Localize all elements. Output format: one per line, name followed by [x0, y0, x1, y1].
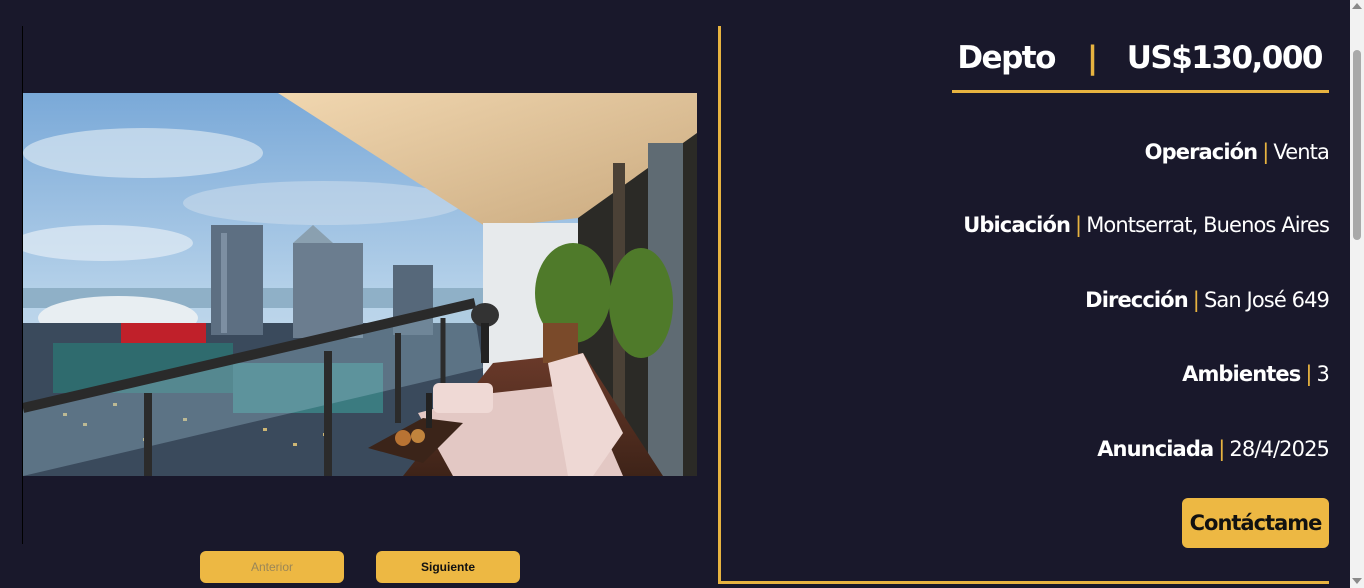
scroll-down-icon[interactable]: [1352, 578, 1362, 584]
detail-separator: |: [1262, 140, 1269, 164]
listing-title: Depto | US$130,000: [957, 36, 1324, 80]
detail-label: Dirección: [1085, 288, 1189, 312]
property-price: US$130,000: [1126, 40, 1324, 76]
detail-location: Ubicación | Montserrat, Buenos Aires: [963, 208, 1330, 242]
next-button[interactable]: Siguiente: [376, 551, 520, 583]
detail-separator: |: [1305, 362, 1312, 386]
detail-address: Dirección | San José 649: [1085, 283, 1330, 317]
detail-value: Montserrat, Buenos Aires: [1086, 213, 1330, 237]
detail-value: Venta: [1273, 140, 1329, 164]
detail-rooms: Ambientes | 3: [1182, 357, 1330, 391]
details-left-border: [718, 26, 721, 584]
contact-button[interactable]: Contáctame: [1182, 498, 1329, 548]
details-bottom-border: [718, 581, 1329, 584]
detail-label: Operación: [1144, 140, 1258, 164]
title-underline: [952, 90, 1329, 93]
scroll-up-icon[interactable]: [1352, 3, 1362, 9]
detail-operation: Operación | Venta: [1144, 135, 1330, 169]
detail-value: 28/4/2025: [1229, 437, 1329, 461]
detail-value: San José 649: [1203, 288, 1330, 312]
detail-label: Ambientes: [1182, 362, 1301, 386]
detail-posted-date: Anunciada | 28/4/2025: [1097, 432, 1330, 466]
property-photo: [23, 93, 697, 476]
detail-value: 3: [1316, 362, 1330, 386]
title-separator: |: [1086, 40, 1098, 76]
detail-label: Ubicación: [963, 213, 1071, 237]
scrollbar-thumb[interactable]: [1353, 50, 1361, 240]
detail-separator: |: [1218, 437, 1225, 461]
detail-separator: |: [1192, 288, 1200, 312]
detail-label: Anunciada: [1097, 437, 1214, 461]
previous-button[interactable]: Anterior: [200, 551, 344, 583]
detail-separator: |: [1075, 213, 1082, 237]
property-type: Depto: [957, 40, 1056, 76]
property-page: Anterior Siguiente Depto | US$130,000 Op…: [0, 0, 1364, 588]
